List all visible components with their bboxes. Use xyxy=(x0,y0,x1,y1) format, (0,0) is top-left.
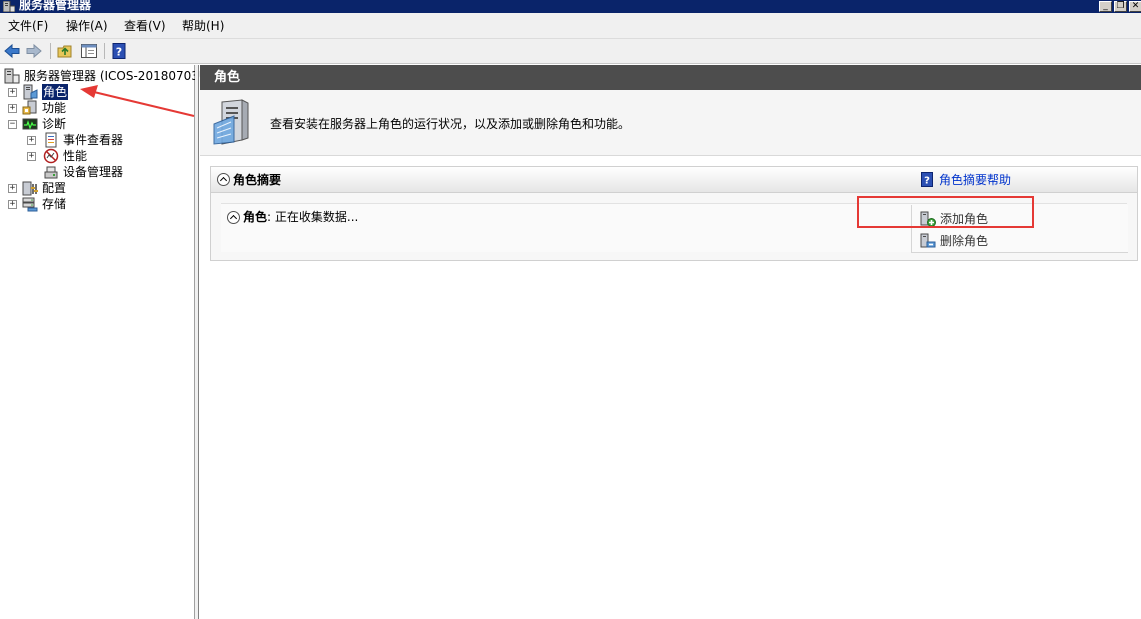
expand-icon[interactable]: + xyxy=(8,200,17,209)
intro-banner: 查看安装在服务器上角色的运行状况，以及添加或删除角色和功能。 xyxy=(200,90,1141,156)
expand-icon[interactable]: + xyxy=(27,136,36,145)
menu-view[interactable]: 查看(V) xyxy=(124,18,166,34)
tree-item-label: 存储 xyxy=(42,197,67,211)
show-hide-tree-icon[interactable] xyxy=(80,42,98,60)
minimize-button[interactable]: _ xyxy=(1099,1,1112,12)
page-title: 角色 xyxy=(214,70,241,85)
expand-icon[interactable]: + xyxy=(27,152,36,161)
performance-icon xyxy=(43,148,59,164)
menu-action[interactable]: 操作(A) xyxy=(66,18,108,34)
help-book-icon[interactable]: ? xyxy=(921,172,933,187)
expand-icon[interactable]: + xyxy=(8,88,17,97)
collapse-roles-icon[interactable] xyxy=(227,211,240,224)
svg-text:?: ? xyxy=(924,176,930,187)
storage-icon xyxy=(22,197,38,212)
tree-item-label: 配置 xyxy=(42,181,67,195)
content-header: 角色 xyxy=(200,65,1141,90)
pane-splitter[interactable] xyxy=(195,65,199,619)
svg-text:?: ? xyxy=(116,46,122,59)
up-folder-icon[interactable] xyxy=(56,42,74,60)
roles-status: 角色: 正在收集数据... xyxy=(243,209,358,225)
roles-icon xyxy=(23,84,38,100)
server-manager-app-icon xyxy=(3,1,15,12)
intro-description: 查看安装在服务器上角色的运行状况，以及添加或删除角色和功能。 xyxy=(270,117,631,131)
collapse-summary-icon[interactable] xyxy=(217,173,230,186)
title-bar: 服务器管理器 _ ❐ ✕ xyxy=(0,0,1141,13)
configuration-icon xyxy=(22,181,38,196)
expand-icon[interactable]: + xyxy=(8,184,17,193)
help-icon[interactable]: ? xyxy=(110,42,128,60)
device-manager-icon xyxy=(44,166,58,179)
roles-label: 角色 xyxy=(243,210,268,224)
menu-help[interactable]: 帮助(H) xyxy=(182,18,224,34)
content-pane: 角色 查看安装在服务器上角色的运行状况，以及添加或删除角色和功能。 角色摘要 ?… xyxy=(200,65,1141,619)
roles-large-icon xyxy=(213,99,249,145)
back-arrow-icon[interactable] xyxy=(3,42,21,60)
annotation-arrow xyxy=(80,85,195,117)
menu-bar: 文件(F) 操作(A) 查看(V) 帮助(H) xyxy=(0,13,1141,39)
remove-role-label: 删除角色 xyxy=(940,234,989,248)
close-button[interactable]: ✕ xyxy=(1129,1,1141,12)
navigation-tree: 服务器管理器 (ICOS-20180703U + 角色 + 功能 − 诊断 + xyxy=(0,65,208,619)
summary-header: 角色摘要 ? 角色摘要帮助 xyxy=(211,167,1137,193)
toolbar: ? xyxy=(0,39,1141,64)
features-icon xyxy=(22,100,37,115)
window-title: 服务器管理器 xyxy=(19,0,92,12)
server-manager-icon xyxy=(4,68,20,84)
restore-button[interactable]: ❐ xyxy=(1114,1,1127,12)
remove-role-icon xyxy=(920,233,936,248)
menu-file[interactable]: 文件(F) xyxy=(8,18,48,34)
diagnostics-icon xyxy=(22,118,38,130)
summary-help-link[interactable]: 角色摘要帮助 xyxy=(939,172,1011,188)
tree-item-label: 事件查看器 xyxy=(63,133,124,147)
tree-item-label: 性能 xyxy=(63,149,88,163)
expand-icon[interactable]: + xyxy=(8,104,17,113)
forward-arrow-icon[interactable] xyxy=(25,42,43,60)
summary-title: 角色摘要 xyxy=(233,173,282,187)
collapse-icon[interactable]: − xyxy=(8,120,17,129)
tree-item-label: 设备管理器 xyxy=(63,165,124,179)
event-viewer-icon xyxy=(45,132,57,148)
annotation-highlight-box xyxy=(857,196,1034,228)
toolbar-separator xyxy=(50,43,51,59)
toolbar-separator xyxy=(104,43,105,59)
roles-status-text: : 正在收集数据... xyxy=(267,210,359,224)
